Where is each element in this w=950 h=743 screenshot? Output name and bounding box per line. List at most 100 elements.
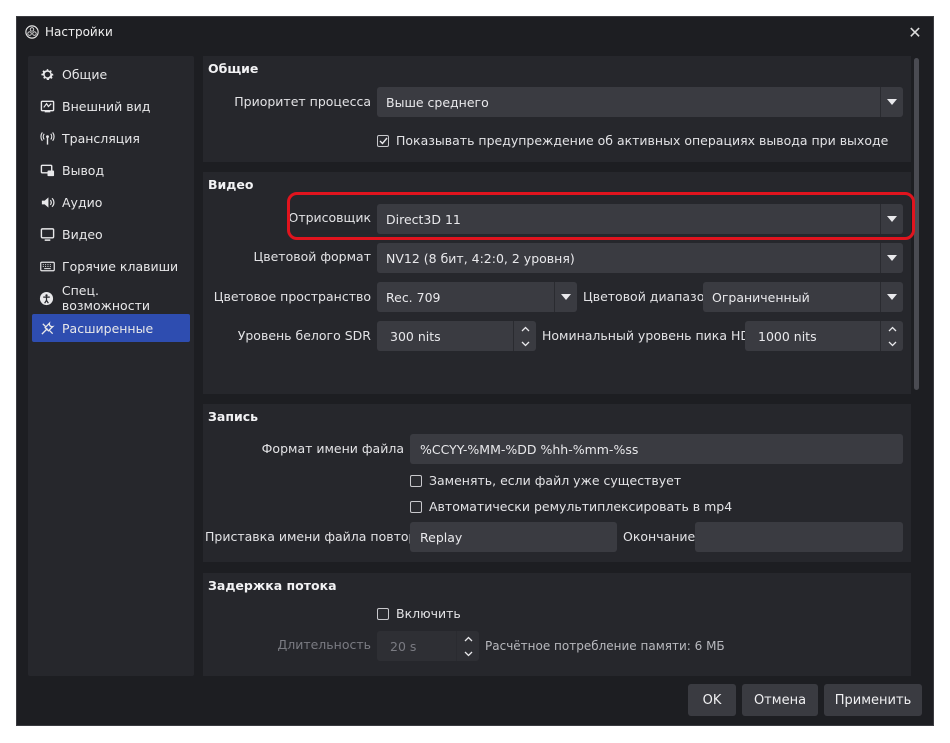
chevron-down-icon — [880, 282, 903, 312]
spin-buttons — [456, 631, 479, 661]
priority-value: Выше среднего — [386, 94, 489, 110]
duration-label: Длительность — [277, 637, 371, 652]
overwrite-checkbox-row[interactable]: Заменять, если файл уже существует — [410, 473, 681, 488]
sidebar-item-advanced[interactable]: Расширенные — [32, 314, 190, 342]
warn-checkbox-row[interactable]: Показывать предупреждение об активных оп… — [377, 133, 888, 148]
delay-enable-checkbox[interactable] — [377, 607, 389, 620]
suffix-input[interactable] — [695, 522, 903, 552]
sidebar-item-label: Внешний вид — [62, 98, 151, 114]
overwrite-label: Заменять, если файл уже существует — [429, 473, 682, 488]
keyboard-icon — [39, 258, 55, 274]
color-range-label: Цветовой диапазон — [583, 289, 713, 304]
priority-combo[interactable]: Выше среднего — [377, 87, 903, 117]
content-scrollbar[interactable] — [914, 58, 919, 390]
remux-checkbox-row[interactable]: Автоматически ремультиплексировать в mp4 — [410, 499, 732, 514]
remux-label: Автоматически ремультиплексировать в mp4 — [429, 499, 733, 514]
replay-prefix-value: Replay — [420, 529, 463, 545]
duration-value: 20 s — [390, 638, 417, 654]
stream-delay-group: Задержка потока — [203, 573, 911, 676]
sidebar-item-hotkeys[interactable]: Горячие клавиши — [32, 252, 190, 280]
filename-format-value: %CCYY-%MM-%DD %hh-%mm-%ss — [420, 441, 639, 457]
broadcast-icon — [39, 130, 55, 146]
sidebar-item-label: Видео — [62, 226, 103, 242]
remux-checkbox[interactable] — [410, 500, 422, 513]
accessibility-icon — [39, 290, 55, 306]
warn-checkbox[interactable] — [377, 134, 389, 147]
color-space-combo[interactable]: Rec. 709 — [377, 282, 577, 312]
appearance-icon — [39, 98, 55, 114]
color-space-value: Rec. 709 — [386, 289, 441, 305]
recording-group-title: Запись — [208, 409, 259, 424]
sdr-white-spinbox[interactable]: 300 nits — [377, 321, 536, 351]
close-icon[interactable]: ✕ — [905, 22, 925, 42]
settings-sidebar: Общие Внешний вид Трансляция Вывод Аудио… — [28, 56, 194, 676]
hdr-peak-label: Номинальный уровень пика HDR — [542, 328, 759, 343]
sidebar-item-video[interactable]: Видео — [32, 220, 190, 248]
color-range-combo[interactable]: Ограниченный — [703, 282, 903, 312]
sidebar-item-audio[interactable]: Аудио — [32, 188, 190, 216]
monitor-icon — [39, 226, 55, 242]
gear-icon — [39, 66, 55, 82]
apply-button[interactable]: Применить — [824, 684, 922, 716]
color-format-combo[interactable]: NV12 (8 бит, 4:2:0, 2 уровня) — [377, 243, 903, 273]
sidebar-item-label: Расширенные — [62, 320, 154, 336]
output-icon — [39, 162, 55, 178]
sidebar-item-accessibility[interactable]: Спец. возможности — [32, 283, 190, 313]
chevron-down-icon[interactable] — [881, 336, 903, 351]
spin-buttons — [880, 321, 903, 351]
chevron-down-icon — [880, 204, 903, 234]
delay-enable-label: Включить — [396, 606, 461, 621]
hdr-peak-spinbox[interactable]: 1000 nits — [745, 321, 903, 351]
title-bar: Настройки ✕ — [17, 17, 933, 47]
overwrite-checkbox[interactable] — [410, 474, 422, 487]
ok-button[interactable]: OK — [688, 684, 736, 716]
chevron-down-icon[interactable] — [457, 646, 479, 661]
stream-delay-group-title: Задержка потока — [208, 578, 337, 593]
color-format-value: NV12 (8 бит, 4:2:0, 2 уровня) — [386, 250, 575, 266]
sidebar-item-label: Вывод — [62, 162, 105, 178]
sdr-white-label: Уровень белого SDR — [237, 328, 371, 343]
chevron-up-icon[interactable] — [514, 321, 536, 336]
chevron-down-icon[interactable] — [514, 336, 536, 351]
cancel-button[interactable]: Отмена — [742, 684, 818, 716]
sidebar-item-label: Спец. возможности — [61, 283, 150, 313]
sidebar-item-output[interactable]: Вывод — [32, 156, 190, 184]
sidebar-item-appearance[interactable]: Внешний вид — [32, 92, 190, 120]
warn-checkbox-label: Показывать предупреждение об активных оп… — [396, 133, 889, 148]
chevron-up-icon[interactable] — [457, 631, 479, 646]
suffix-label: Окончание — [623, 529, 696, 544]
spin-buttons — [513, 321, 536, 351]
sidebar-item-general[interactable]: Общие — [32, 60, 190, 88]
color-space-label: Цветовое пространство — [213, 289, 371, 304]
tools-icon — [39, 320, 55, 336]
window-title: Настройки — [45, 25, 113, 39]
memory-usage-text: Расчётное потребление памяти: 6 МБ — [485, 639, 725, 653]
color-range-value: Ограниченный — [712, 289, 810, 305]
general-group-title: Общие — [208, 61, 259, 76]
checkmark-icon — [379, 137, 388, 145]
renderer-value: Direct3D 11 — [386, 211, 461, 227]
sidebar-item-label: Трансляция — [62, 130, 140, 146]
duration-spinbox[interactable]: 20 s — [377, 631, 479, 661]
sdr-white-value: 300 nits — [390, 328, 441, 344]
hdr-peak-value: 1000 nits — [758, 328, 817, 344]
filename-format-input[interactable]: %CCYY-%MM-%DD %hh-%mm-%ss — [410, 434, 903, 464]
speaker-icon — [39, 194, 55, 210]
sidebar-item-label: Горячие клавиши — [62, 258, 179, 274]
chevron-up-icon[interactable] — [881, 321, 903, 336]
sidebar-item-label: Аудио — [62, 194, 103, 210]
replay-prefix-input[interactable]: Replay — [410, 522, 617, 552]
filename-format-label: Формат имени файла — [261, 441, 404, 456]
chevron-down-icon — [880, 243, 903, 273]
delay-enable-row[interactable]: Включить — [377, 606, 461, 621]
priority-label: Приоритет процесса — [234, 94, 371, 109]
renderer-label: Отрисовщик — [288, 210, 371, 225]
chevron-down-icon — [880, 87, 903, 117]
color-format-label: Цветовой формат — [253, 249, 371, 264]
renderer-combo[interactable]: Direct3D 11 — [377, 204, 903, 234]
video-group-title: Видео — [208, 177, 254, 192]
sidebar-item-broadcast[interactable]: Трансляция — [32, 124, 190, 152]
chevron-down-icon — [554, 282, 577, 312]
replay-prefix-label: Приставка имени файла повтора — [205, 529, 425, 544]
sidebar-item-label: Общие — [62, 66, 108, 82]
